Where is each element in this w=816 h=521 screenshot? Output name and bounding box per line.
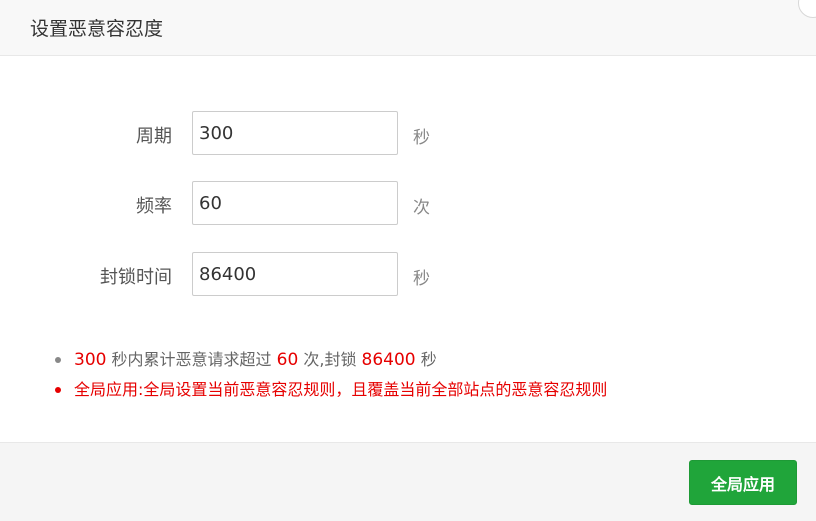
- global-note-text: 全局应用:全局设置当前恶意容忍规则，且覆盖当前全部站点的恶意容忍规则: [74, 380, 608, 399]
- ban-time-unit: 秒: [413, 269, 430, 289]
- bullet-icon: [55, 387, 61, 393]
- bullet-icon: [55, 357, 61, 363]
- summary-text-3: 秒: [415, 350, 437, 369]
- dialog-title: 设置恶意容忍度: [30, 18, 164, 40]
- global-apply-button[interactable]: 全局应用: [689, 460, 797, 505]
- frequency-unit: 次: [413, 198, 430, 218]
- summary-frequency-value: 60: [276, 350, 299, 370]
- period-unit: 秒: [413, 128, 430, 148]
- dialog-header: 设置恶意容忍度: [0, 0, 816, 56]
- summary-text-1: 秒内累计恶意请求超过: [106, 350, 277, 369]
- ban-time-label: 封锁时间: [100, 267, 172, 288]
- period-label: 周期: [136, 126, 172, 147]
- summary-ban-time-value: 86400: [361, 350, 416, 370]
- close-icon[interactable]: [798, 0, 816, 18]
- global-note-tip: 全局应用:全局设置当前恶意容忍规则，且覆盖当前全部站点的恶意容忍规则: [50, 376, 607, 406]
- tips-list: 300 秒内累计恶意请求超过 60 次,封锁 86400 秒 全局应用:全局设置…: [50, 346, 607, 406]
- summary-text-2: 次,封锁: [298, 350, 362, 369]
- summary-tip: 300 秒内累计恶意请求超过 60 次,封锁 86400 秒: [50, 346, 607, 376]
- period-input[interactable]: [192, 111, 398, 155]
- frequency-label: 频率: [136, 196, 172, 217]
- frequency-input[interactable]: [192, 181, 398, 225]
- dialog-footer: 全局应用: [0, 442, 816, 521]
- ban-time-input[interactable]: [192, 252, 398, 296]
- tolerance-dialog: 设置恶意容忍度 周期 秒 频率 次 封锁时间 秒 300 秒内累计恶意请求超过 …: [0, 0, 816, 521]
- summary-period-value: 300: [74, 350, 107, 370]
